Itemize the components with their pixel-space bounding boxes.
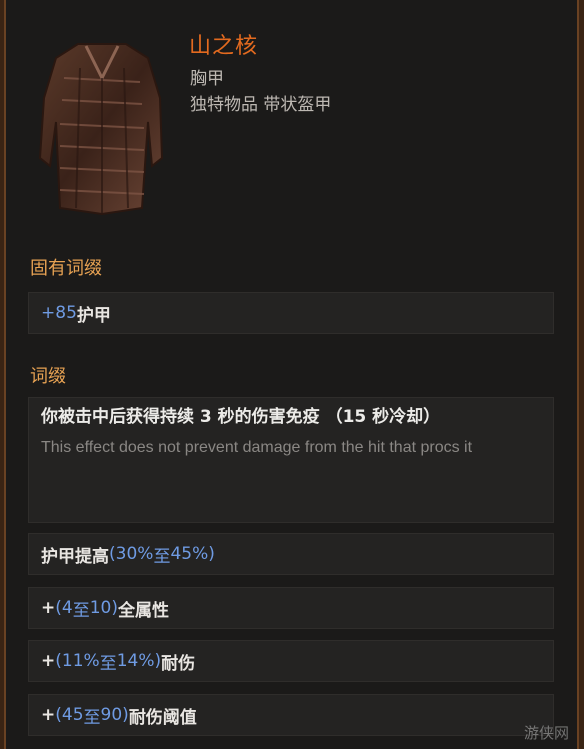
affix-open: (	[55, 705, 62, 725]
special-affix-note: This effect does not prevent damage from…	[41, 439, 473, 456]
special-affix-block: 你被击中后获得持续 3 秒的伤害免疫 （15 秒冷却） This effect …	[28, 397, 554, 523]
affix-sep: 至	[99, 653, 117, 674]
affix-open: (	[55, 598, 62, 618]
affix-row: 护甲提高(30% 至 45%)	[28, 533, 554, 575]
affix-prefix: +	[41, 705, 56, 725]
affix-close: )	[111, 598, 118, 618]
affix-max: 14%	[116, 651, 155, 671]
affix-close: )	[208, 544, 215, 564]
item-tooltip: 山之核 胸甲 独特物品 带状盔甲 固有词缀 +85 护甲 词缀 你被击中后获得持…	[4, 0, 579, 749]
affix-section-title: 词缀	[30, 366, 66, 387]
affix-suffix: 耐伤	[161, 653, 196, 674]
affix-row: +(11% 至 14%) 耐伤	[28, 640, 554, 682]
affix-open: (	[109, 544, 116, 564]
item-slot: 胸甲	[190, 69, 224, 89]
implicit-section-title: 固有词缀	[30, 258, 102, 279]
affix-max: 45%	[170, 544, 209, 564]
watermark: 游侠网	[523, 724, 569, 742]
affix-row: +(45 至 90) 耐伤阈值	[28, 694, 554, 736]
affix-min: 30%	[115, 544, 154, 564]
affix-max: 10	[89, 598, 112, 618]
affix-min: 4	[61, 598, 73, 618]
affix-sep: 至	[83, 707, 101, 728]
item-rarity-type: 独特物品 带状盔甲	[190, 95, 332, 115]
affix-prefix: 护甲提高	[41, 546, 109, 567]
affix-suffix: 耐伤阈值	[128, 707, 197, 728]
affix-min: 11%	[61, 651, 100, 671]
chest-armor-image	[38, 43, 164, 216]
affix-close: )	[154, 651, 162, 671]
affix-sep: 至	[153, 546, 171, 567]
affix-open: (	[55, 651, 62, 671]
affix-text: 护甲	[76, 305, 111, 326]
implicit-affix-row: +85 护甲	[28, 292, 554, 334]
affix-min: 45	[61, 705, 84, 725]
affix-row: +(4 至 10) 全属性	[28, 587, 554, 629]
affix-value: 85	[55, 303, 77, 323]
special-affix-text: 你被击中后获得持续 3 秒的伤害免疫 （15 秒冷却）	[41, 407, 441, 427]
affix-plus: +	[41, 303, 56, 323]
item-name: 山之核	[189, 34, 259, 59]
affix-sep: 至	[72, 600, 90, 621]
affix-close: )	[122, 705, 129, 725]
affix-suffix: 全属性	[118, 600, 169, 621]
affix-prefix: +	[41, 598, 56, 618]
affix-max: 90	[100, 705, 123, 725]
affix-prefix: +	[41, 651, 56, 671]
